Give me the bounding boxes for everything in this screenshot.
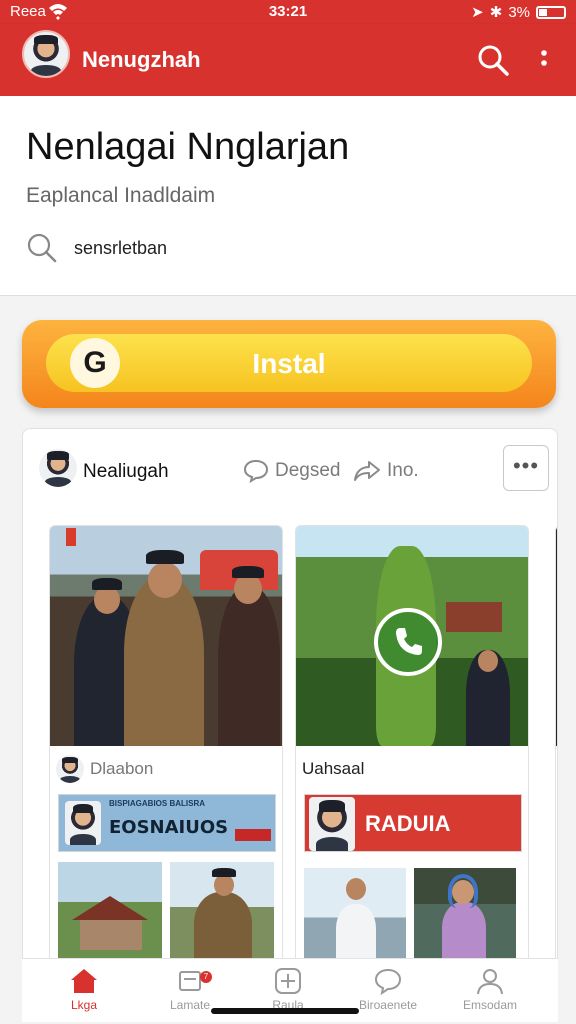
app-bar: Nenugzhah: [0, 24, 576, 96]
nav-add[interactable]: Raula: [238, 967, 338, 1012]
nav-messages[interactable]: 7 Lamate: [140, 967, 240, 1012]
app-title: Nenugzhah: [82, 47, 201, 72]
bluetooth-icon: ✱: [489, 4, 503, 21]
ad-banner: BISPIAGABIOS BALISRA EOSNAIUOS: [58, 794, 276, 852]
banner-top-text: BISPIAGABIOS BALISRA: [109, 799, 206, 808]
woman-thumbnail[interactable]: [414, 868, 516, 958]
gallery-tile[interactable]: Ne: [555, 525, 557, 987]
tile-photo: [556, 526, 557, 746]
tile-caption: Uahsaal: [302, 759, 365, 778]
comment-button[interactable]: Degsed: [243, 459, 341, 483]
banner-main-text: EOSNAIUOS: [109, 817, 229, 838]
call-button[interactable]: [374, 608, 442, 676]
add-icon: [275, 968, 301, 994]
author-name[interactable]: Nealiugah: [83, 461, 169, 483]
page-header: Nenlagai Nnglarjan Eaplancal Inadldaim s…: [0, 96, 576, 296]
nav-label: Emsodam: [462, 998, 518, 1012]
home-indicator[interactable]: [211, 1008, 359, 1014]
banner-avatar: [65, 801, 101, 845]
more-vertical-icon[interactable]: [532, 45, 556, 75]
comment-label: Degsed: [275, 460, 341, 481]
share-icon: [354, 461, 380, 481]
comment-icon: [243, 459, 269, 483]
profile-avatar[interactable]: [22, 30, 70, 78]
post-card: Nealiugah Degsed Ino. ••• Dlaabon BISPIA…: [22, 428, 558, 988]
nav-home[interactable]: Lkga: [34, 967, 134, 1012]
profile-icon: [477, 969, 503, 995]
install-button[interactable]: G Instal: [46, 334, 532, 392]
page-title: Nenlagai Nnglarjan: [26, 126, 350, 168]
chat-icon: [374, 968, 402, 995]
banner-avatar: [309, 797, 355, 851]
tile-avatar: [56, 755, 84, 783]
location-icon: ➤: [471, 4, 484, 21]
nav-chat[interactable]: Biroaenete: [338, 967, 438, 1012]
nav-label: Lkga: [70, 998, 98, 1012]
group-photo: [50, 526, 282, 746]
search-input[interactable]: sensrletban: [74, 238, 167, 259]
house-thumbnail[interactable]: [58, 862, 162, 962]
more-options-button[interactable]: •••: [503, 445, 549, 491]
share-label: Ino.: [387, 460, 419, 481]
speaker-thumbnail[interactable]: [304, 868, 406, 958]
notification-badge: 7: [200, 971, 212, 983]
battery-percent: 3%: [508, 3, 530, 21]
author-avatar[interactable]: [39, 449, 77, 487]
install-label: Instal: [252, 348, 326, 379]
gallery-tile[interactable]: Uahsaal RADUIA: [295, 525, 529, 987]
home-icon: [71, 969, 97, 993]
install-banner: G Instal: [22, 320, 556, 408]
officer-thumbnail[interactable]: [170, 862, 274, 962]
nav-label: Biroaenete: [358, 998, 418, 1012]
page-subtitle: Eaplancal Inadldaim: [26, 184, 216, 207]
tile-caption: Dlaabon: [90, 759, 154, 778]
ad-banner: RADUIA: [304, 794, 522, 852]
message-icon: [179, 971, 201, 991]
status-bar: Reea 33:21 ➤ ✱ 3%: [0, 0, 576, 24]
nav-label: Lamate: [169, 998, 211, 1012]
search-icon[interactable]: [26, 232, 58, 264]
banner-main-text: RADUIA: [365, 811, 451, 836]
phone-icon: [396, 628, 422, 655]
battery-icon: [536, 5, 566, 19]
gallery-tile[interactable]: Dlaabon BISPIAGABIOS BALISRA EOSNAIUOS: [49, 525, 283, 987]
forest-photo: [296, 526, 528, 746]
search-icon[interactable]: [476, 43, 510, 77]
share-button[interactable]: Ino.: [353, 459, 419, 483]
nav-profile[interactable]: Emsodam: [440, 967, 540, 1012]
